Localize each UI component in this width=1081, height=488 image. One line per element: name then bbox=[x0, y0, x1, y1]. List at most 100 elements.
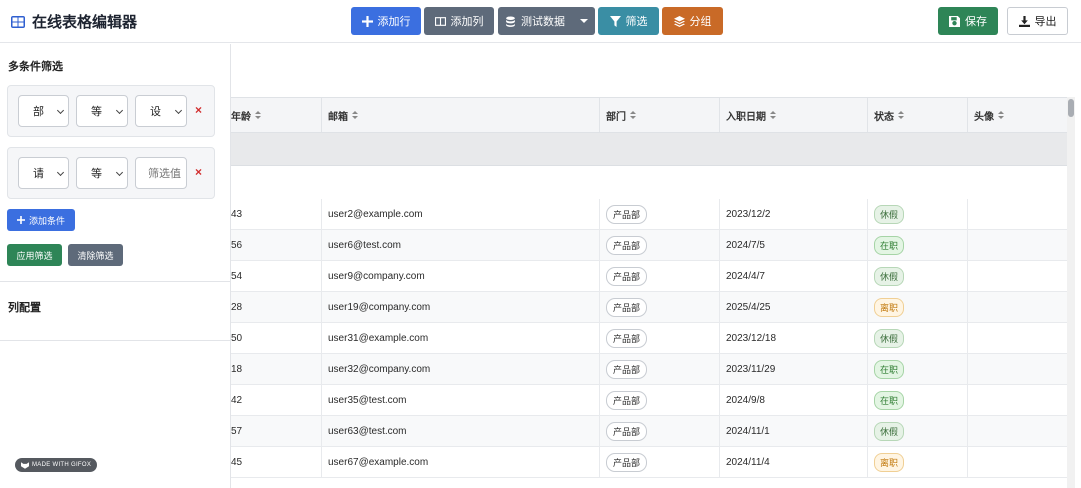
cell-email[interactable]: user31@example.com bbox=[321, 323, 599, 354]
cell-date[interactable]: 2024/4/7 bbox=[719, 261, 867, 292]
cell-avatar[interactable] bbox=[967, 385, 1067, 416]
cell-dept[interactable]: 产品部 bbox=[599, 447, 719, 478]
operator-select[interactable]: 等 bbox=[76, 157, 128, 189]
column-header-hire-date[interactable]: 入职日期 bbox=[719, 98, 867, 132]
cell-age[interactable]: 54 bbox=[225, 261, 321, 292]
table-row[interactable]: 56 user6@test.com 产品部 2024/7/5 在职 bbox=[225, 230, 1067, 261]
cell-age[interactable]: 57 bbox=[225, 416, 321, 447]
cell-email[interactable]: user2@example.com bbox=[321, 199, 599, 230]
cell-status[interactable]: 在职 bbox=[867, 354, 967, 385]
table-row[interactable]: 54 user9@company.com 产品部 2024/4/7 休假 bbox=[225, 261, 1067, 292]
cell-dept[interactable]: 产品部 bbox=[599, 199, 719, 230]
export-button[interactable]: 导出 bbox=[1007, 7, 1068, 35]
cell-avatar[interactable] bbox=[967, 261, 1067, 292]
cell-avatar[interactable] bbox=[967, 292, 1067, 323]
cell-age[interactable]: 50 bbox=[225, 323, 321, 354]
cell-date[interactable]: 2025/4/25 bbox=[719, 292, 867, 323]
cell-avatar[interactable] bbox=[967, 447, 1067, 478]
cell-email[interactable]: user63@test.com bbox=[321, 416, 599, 447]
cell-email[interactable]: user19@company.com bbox=[321, 292, 599, 323]
cell-date[interactable]: 2024/7/5 bbox=[719, 230, 867, 261]
cell-date[interactable]: 2023/11/29 bbox=[719, 354, 867, 385]
cell-avatar[interactable] bbox=[967, 354, 1067, 385]
cell-email[interactable]: user67@example.com bbox=[321, 447, 599, 478]
cell-age[interactable]: 28 bbox=[225, 292, 321, 323]
cell-dept[interactable]: 产品部 bbox=[599, 354, 719, 385]
filter-button[interactable]: 筛选 bbox=[598, 7, 659, 35]
table-row[interactable]: 45 user67@example.com 产品部 2024/11/4 离职 bbox=[225, 447, 1067, 478]
cell-dept[interactable]: 产品部 bbox=[599, 323, 719, 354]
cell-status[interactable]: 休假 bbox=[867, 416, 967, 447]
cell-avatar[interactable] bbox=[967, 323, 1067, 354]
value-select[interactable]: 设 bbox=[135, 95, 187, 127]
column-header-avatar[interactable]: 头像 bbox=[967, 98, 1067, 132]
cell-status[interactable]: 在职 bbox=[867, 230, 967, 261]
field-select[interactable]: 请 bbox=[18, 157, 69, 189]
sort-icon[interactable] bbox=[770, 110, 776, 120]
cell-dept[interactable]: 产品部 bbox=[599, 385, 719, 416]
table-row[interactable]: 42 user35@test.com 产品部 2024/9/8 在职 bbox=[225, 385, 1067, 416]
cell-age[interactable]: 45 bbox=[225, 447, 321, 478]
cell-date[interactable]: 2023/12/2 bbox=[719, 199, 867, 230]
cell-status[interactable]: 离职 bbox=[867, 447, 967, 478]
cell-age[interactable]: 56 bbox=[225, 230, 321, 261]
table-row[interactable]: 28 user19@company.com 产品部 2025/4/25 离职 bbox=[225, 292, 1067, 323]
remove-condition-button[interactable]: × bbox=[195, 103, 202, 117]
column-header-status[interactable]: 状态 bbox=[867, 98, 967, 132]
cell-avatar[interactable] bbox=[967, 230, 1067, 261]
filter-panel-title: 多条件筛选 bbox=[8, 60, 63, 73]
cell-status[interactable]: 休假 bbox=[867, 261, 967, 292]
add-column-button[interactable]: 添加列 bbox=[424, 7, 494, 35]
cell-age[interactable]: 18 bbox=[225, 354, 321, 385]
cell-status[interactable]: 在职 bbox=[867, 385, 967, 416]
cell-dept[interactable]: 产品部 bbox=[599, 416, 719, 447]
sort-icon[interactable] bbox=[898, 110, 904, 120]
clear-filter-button[interactable]: 清除筛选 bbox=[68, 244, 123, 266]
cell-status[interactable]: 休假 bbox=[867, 323, 967, 354]
cell-dept[interactable]: 产品部 bbox=[599, 292, 719, 323]
cell-avatar[interactable] bbox=[967, 199, 1067, 230]
cell-email[interactable]: user32@company.com bbox=[321, 354, 599, 385]
cell-age[interactable]: 43 bbox=[225, 199, 321, 230]
add-condition-button[interactable]: 添加条件 bbox=[7, 209, 75, 231]
table-row[interactable]: 18 user32@company.com 产品部 2023/11/29 在职 bbox=[225, 354, 1067, 385]
column-header-age[interactable]: 年龄 bbox=[225, 98, 321, 132]
column-header-department[interactable]: 部门 bbox=[599, 98, 719, 132]
sort-icon[interactable] bbox=[352, 110, 358, 120]
field-select[interactable]: 部 bbox=[18, 95, 69, 127]
table-row[interactable]: 57 user63@test.com 产品部 2024/11/1 休假 bbox=[225, 416, 1067, 447]
table-row[interactable]: 50 user31@example.com 产品部 2023/12/18 休假 bbox=[225, 323, 1067, 354]
cell-status[interactable]: 休假 bbox=[867, 199, 967, 230]
cell-dept[interactable]: 产品部 bbox=[599, 261, 719, 292]
table-row[interactable]: 43 user2@example.com 产品部 2023/12/2 休假 bbox=[225, 199, 1067, 230]
cell-email[interactable]: user35@test.com bbox=[321, 385, 599, 416]
empty-row bbox=[225, 166, 1067, 199]
cell-text: 57 bbox=[231, 426, 243, 437]
sort-icon[interactable] bbox=[255, 110, 261, 120]
cell-email[interactable]: user6@test.com bbox=[321, 230, 599, 261]
chevron-down-icon bbox=[115, 168, 124, 177]
operator-select[interactable]: 等 bbox=[76, 95, 128, 127]
apply-filter-button[interactable]: 应用筛选 bbox=[7, 244, 62, 266]
filter-value-input[interactable]: 筛选值 bbox=[135, 157, 187, 189]
cell-date[interactable]: 2024/11/1 bbox=[719, 416, 867, 447]
group-button[interactable]: 分组 bbox=[662, 7, 723, 35]
cell-email[interactable]: user9@company.com bbox=[321, 261, 599, 292]
cell-status[interactable]: 离职 bbox=[867, 292, 967, 323]
table-scrollbar[interactable] bbox=[1067, 97, 1075, 488]
cell-date[interactable]: 2024/9/8 bbox=[719, 385, 867, 416]
add-row-button[interactable]: 添加行 bbox=[351, 7, 421, 35]
group-header-row[interactable] bbox=[225, 133, 1067, 166]
sort-icon[interactable] bbox=[998, 110, 1004, 120]
test-data-dropdown[interactable]: 测试数据 bbox=[498, 7, 595, 35]
remove-condition-button[interactable]: × bbox=[195, 165, 202, 179]
cell-dept[interactable]: 产品部 bbox=[599, 230, 719, 261]
cell-avatar[interactable] bbox=[967, 416, 1067, 447]
scroll-thumb[interactable] bbox=[1068, 99, 1074, 117]
cell-age[interactable]: 42 bbox=[225, 385, 321, 416]
sort-icon[interactable] bbox=[630, 110, 636, 120]
column-header-email[interactable]: 邮箱 bbox=[321, 98, 599, 132]
cell-date[interactable]: 2024/11/4 bbox=[719, 447, 867, 478]
cell-date[interactable]: 2023/12/18 bbox=[719, 323, 867, 354]
save-button[interactable]: 保存 bbox=[938, 7, 998, 35]
